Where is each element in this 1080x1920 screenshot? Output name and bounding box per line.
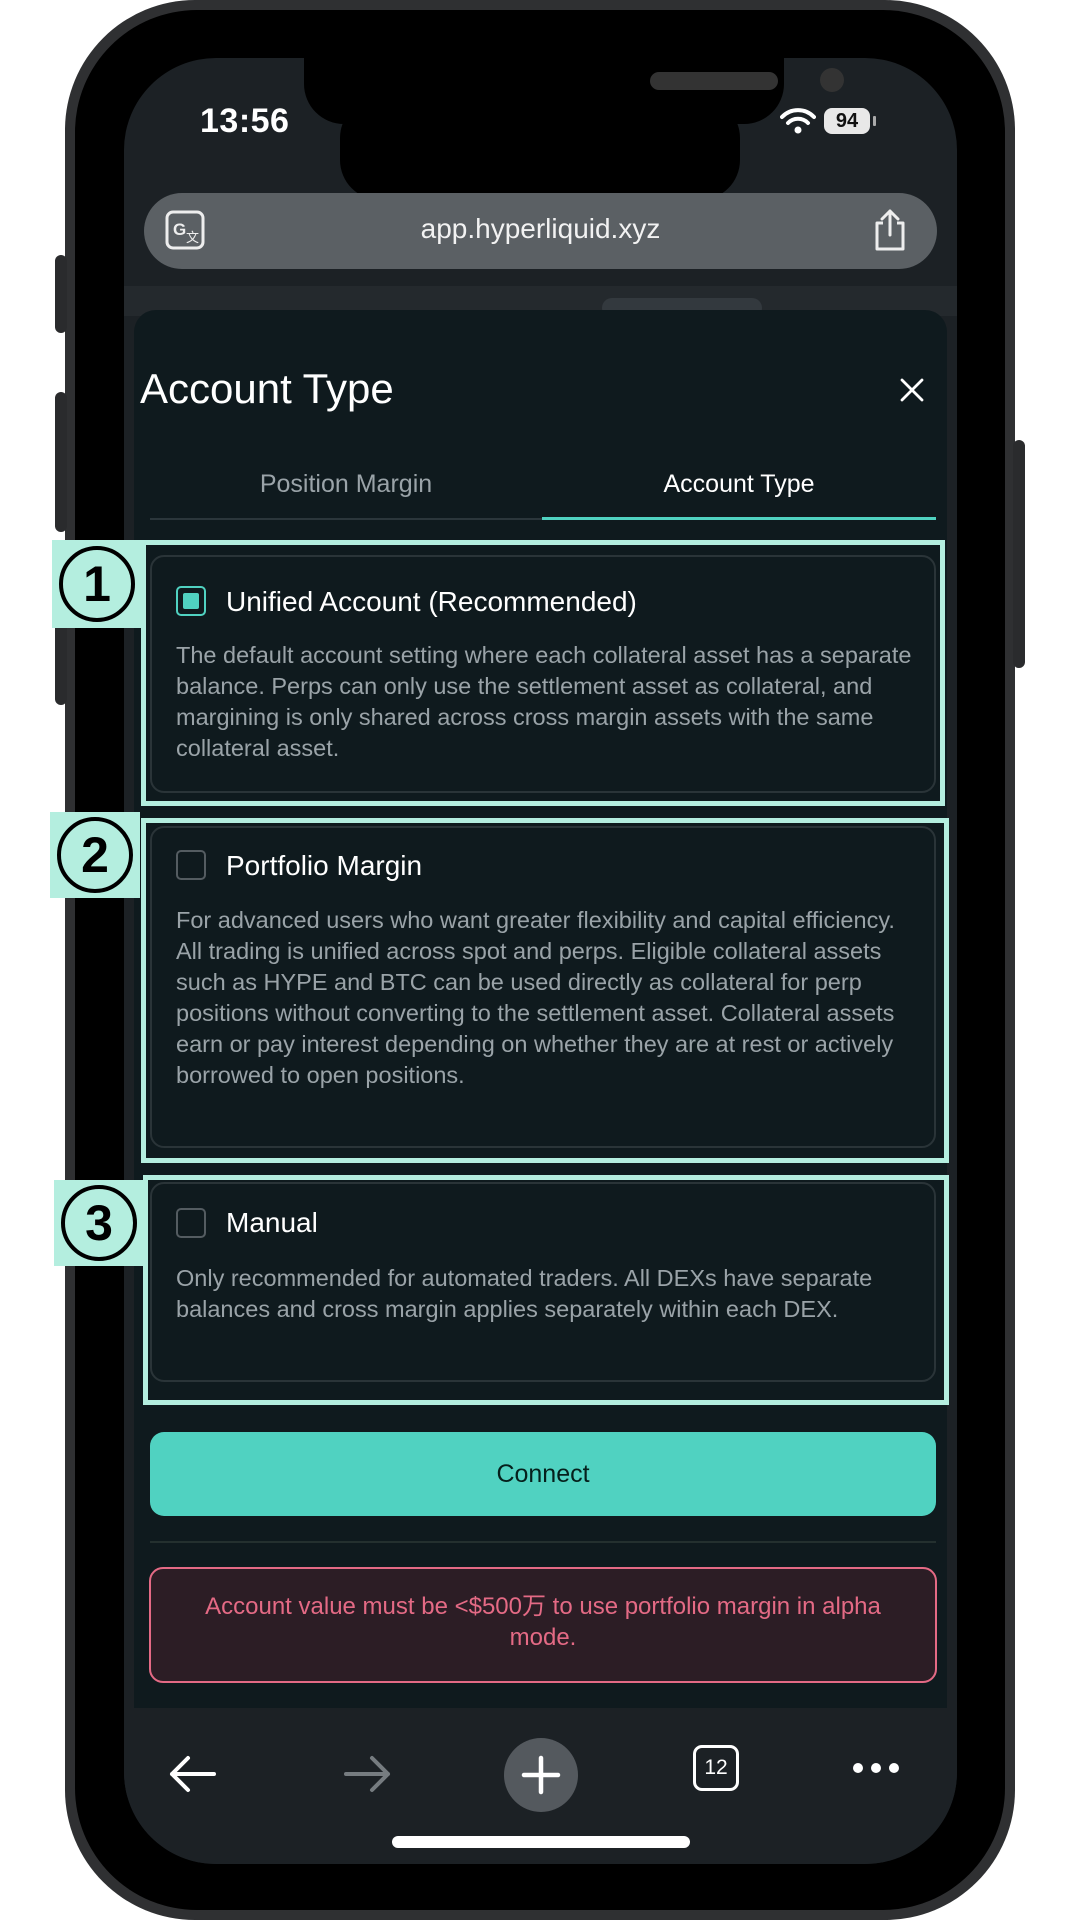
circled-number-1: 1	[59, 546, 135, 622]
svg-text:3: 3	[85, 1195, 113, 1251]
dynamic-island	[340, 98, 740, 200]
circled-number-3: 3	[61, 1185, 137, 1261]
speaker	[650, 72, 778, 90]
address-bar[interactable]: G 文 app.hyperliquid.xyz	[144, 193, 937, 269]
tab-position-margin[interactable]: Position Margin	[150, 470, 542, 500]
highlight-label-3: 3	[54, 1180, 144, 1266]
share-icon[interactable]	[872, 207, 908, 253]
svg-text:1: 1	[83, 556, 111, 612]
volume-up-button	[55, 392, 67, 532]
new-tab-button[interactable]	[504, 1738, 578, 1812]
connect-button[interactable]: Connect	[150, 1432, 936, 1516]
back-arrow-icon[interactable]	[166, 1754, 218, 1794]
highlight-box-2	[141, 818, 949, 1163]
battery-tip	[873, 116, 876, 126]
close-icon[interactable]	[890, 368, 934, 412]
tab-active-indicator	[542, 517, 936, 520]
tabs-count-button[interactable]: 12	[693, 1745, 739, 1791]
home-indicator[interactable]	[392, 1836, 690, 1848]
front-camera	[820, 68, 844, 92]
url-text[interactable]: app.hyperliquid.xyz	[144, 213, 937, 245]
battery-indicator: 94	[824, 108, 870, 134]
more-icon[interactable]	[852, 1760, 900, 1776]
circled-number-2: 2	[57, 817, 133, 893]
svg-text:2: 2	[81, 827, 109, 883]
power-button	[1013, 440, 1025, 668]
sheet-title: Account Type	[140, 365, 394, 412]
warning-text: Account value must be <$500万 to use port…	[205, 1593, 881, 1651]
highlight-label-2: 2	[50, 812, 140, 898]
mute-switch	[55, 255, 67, 333]
warning-box: Account value must be <$500万 to use port…	[149, 1567, 937, 1683]
section-divider	[150, 1541, 936, 1543]
forward-arrow-icon[interactable]	[342, 1754, 394, 1794]
plus-icon	[521, 1755, 561, 1795]
highlight-box-1	[141, 540, 945, 806]
status-time: 13:56	[200, 102, 290, 140]
tab-account-type[interactable]: Account Type	[542, 470, 936, 500]
highlight-box-3	[143, 1175, 949, 1405]
highlight-label-1: 1	[52, 540, 142, 628]
wifi-icon	[780, 108, 816, 134]
